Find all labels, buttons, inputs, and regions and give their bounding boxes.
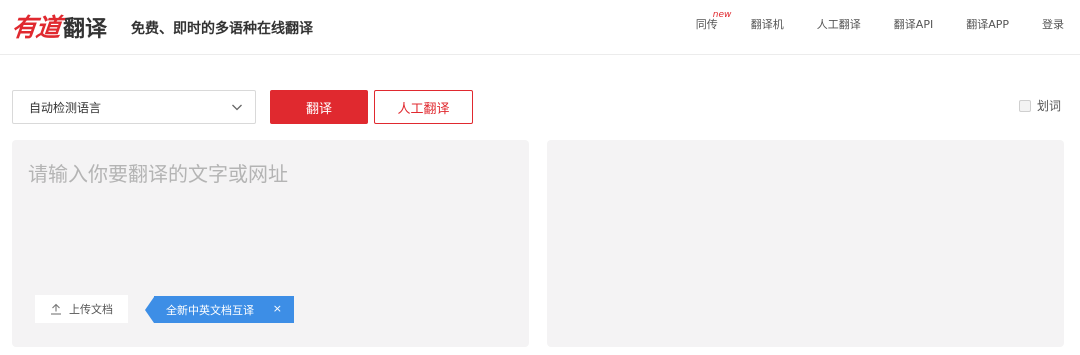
upload-document-button[interactable]: 上传文档 bbox=[35, 295, 128, 323]
word-pick-label: 划词 bbox=[1037, 99, 1062, 113]
promo-body: 全新中英文档互译 × bbox=[154, 296, 294, 323]
chevron-down-icon bbox=[232, 104, 242, 111]
human-translate-button[interactable]: 人工翻译 bbox=[374, 90, 473, 124]
nav-human-translation[interactable]: 人工翻译 bbox=[817, 16, 861, 32]
word-pick-checkbox[interactable] bbox=[1019, 99, 1031, 112]
source-text-panel: 上传文档 全新中英文档互译 × bbox=[12, 140, 529, 347]
upload-document-label: 上传文档 bbox=[69, 303, 113, 316]
promo-label: 全新中英文档互译 bbox=[166, 303, 254, 317]
translate-button[interactable]: 翻译 bbox=[270, 90, 368, 124]
slogan: 免费、即时的多语种在线翻译 bbox=[131, 21, 313, 37]
new-badge: new bbox=[712, 10, 732, 20]
close-icon[interactable]: × bbox=[273, 302, 282, 315]
promo-arrow bbox=[145, 296, 154, 323]
top-header: 有道 翻译 免费、即时的多语种在线翻译 同传 new 翻译机 人工翻译 翻译AP… bbox=[0, 0, 1080, 55]
nav-translate-app[interactable]: 翻译APP bbox=[966, 16, 1009, 32]
logo-fanyi-text: 翻译 bbox=[63, 17, 108, 42]
language-select[interactable]: 自动检测语言 bbox=[12, 90, 256, 124]
upload-icon bbox=[51, 303, 61, 315]
nav-translator-device[interactable]: 翻译机 bbox=[751, 16, 784, 32]
translate-page: 有道 翻译 免费、即时的多语种在线翻译 同传 new 翻译机 人工翻译 翻译AP… bbox=[0, 0, 1080, 355]
source-text-input[interactable] bbox=[12, 140, 529, 280]
top-nav: 同传 new 翻译机 人工翻译 翻译API 翻译APP 登录 bbox=[696, 10, 1064, 32]
logo-youdao-text: 有道 bbox=[10, 13, 62, 42]
nav-login[interactable]: 登录 bbox=[1042, 16, 1064, 32]
language-select-value: 自动检测语言 bbox=[29, 100, 102, 115]
word-pick-toggle[interactable]: 划词 bbox=[1019, 97, 1061, 114]
youdao-logo[interactable]: 有道 翻译 bbox=[10, 8, 108, 42]
translation-output-panel bbox=[547, 140, 1064, 347]
nav-translate-api[interactable]: 翻译API bbox=[894, 16, 933, 32]
nav-simultaneous-interpretation[interactable]: 同传 new bbox=[696, 10, 732, 32]
doc-translate-promo[interactable]: 全新中英文档互译 × bbox=[145, 296, 294, 323]
